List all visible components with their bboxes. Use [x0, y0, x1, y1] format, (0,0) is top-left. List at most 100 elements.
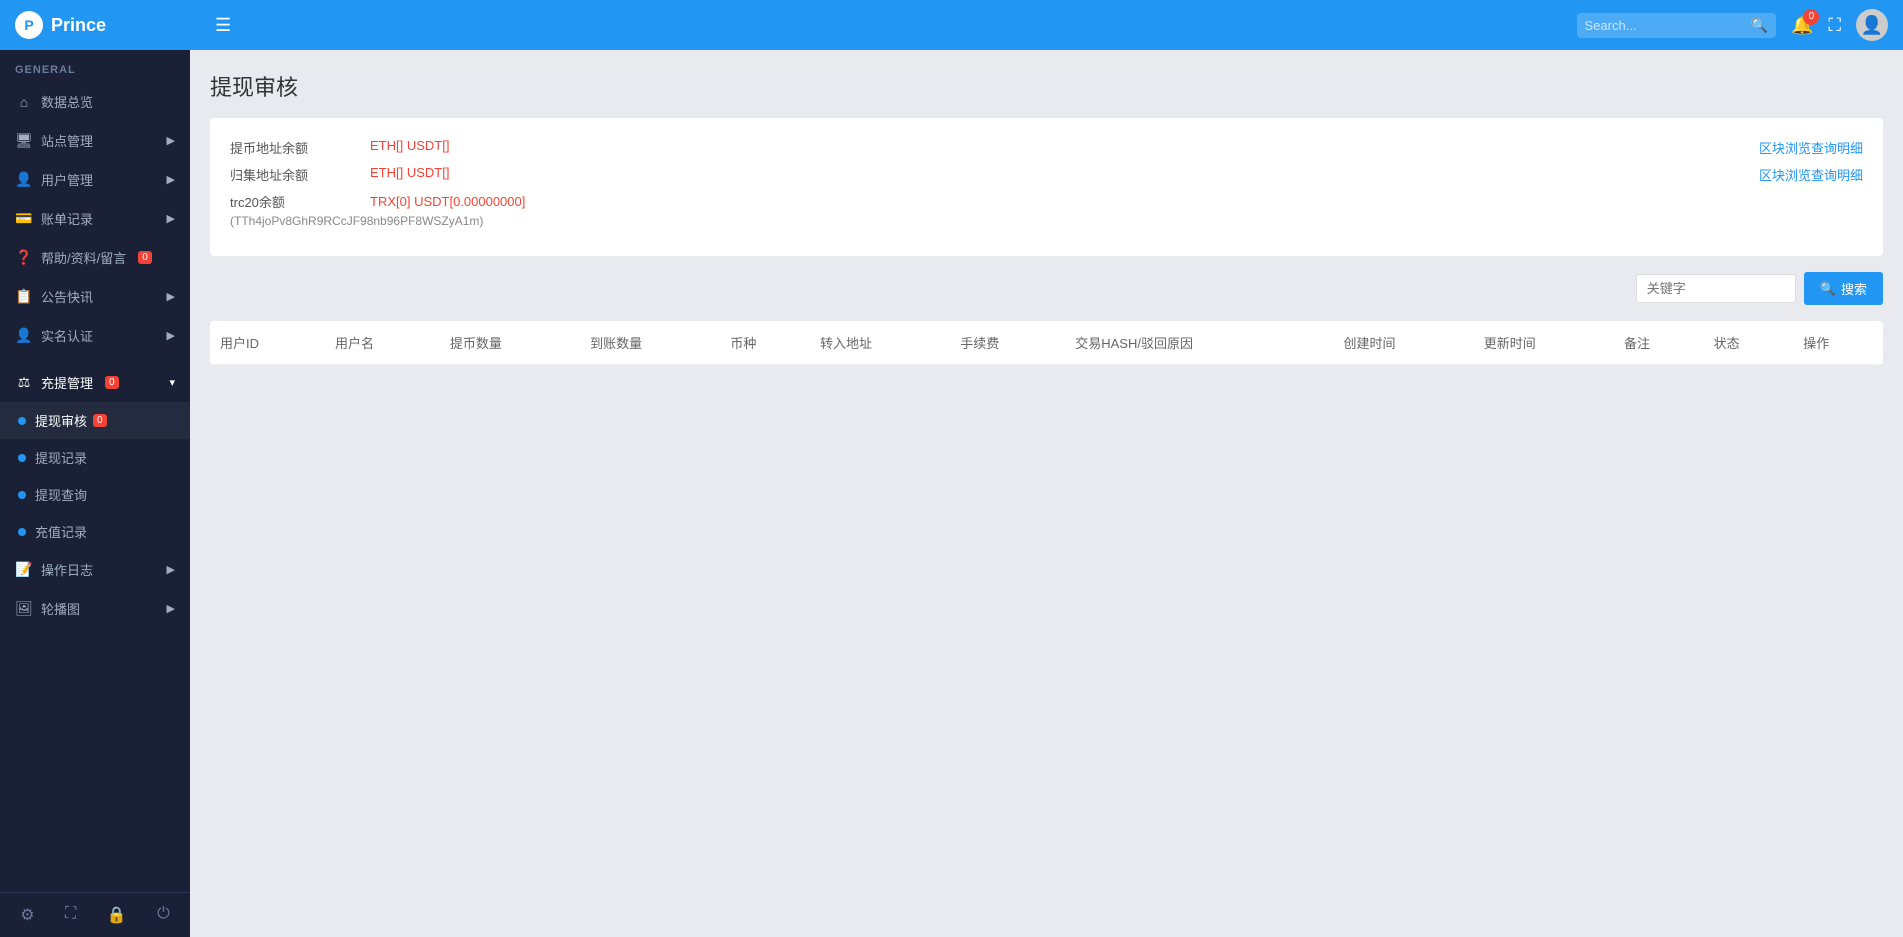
- app-name: Prince: [51, 15, 106, 36]
- col-updated-time: 更新时间: [1474, 321, 1614, 365]
- search-row: 🔍 搜索: [210, 272, 1883, 305]
- sub-item-withdraw-query[interactable]: 提现查询: [0, 476, 190, 513]
- expand-button[interactable]: ⛶: [1828, 15, 1841, 36]
- log-icon: 📝: [15, 561, 33, 578]
- notice-icon: 📋: [15, 288, 33, 305]
- sub-item-withdraw-review[interactable]: 提现审核 0: [0, 402, 190, 439]
- sidebar-item-realname-label: 实名认证: [41, 326, 93, 345]
- help-icon: ❓: [15, 249, 33, 266]
- notification-button[interactable]: 🔔 0: [1791, 15, 1813, 36]
- sidebar-item-dashboard[interactable]: ⌂ 数据总览: [0, 82, 190, 121]
- expand-icon[interactable]: ⛶: [65, 905, 76, 925]
- info-card: 提币地址余额 ETH[] USDT[] 区块浏览查询明细 归集地址余额 ETH[…: [210, 118, 1883, 256]
- info-label-2: 归集地址余额: [230, 165, 350, 184]
- table-header: 用户ID 用户名 提币数量 到账数量 币种 转入地址 手续费 交易HASH/驳回…: [210, 321, 1883, 365]
- search-input[interactable]: [1585, 18, 1745, 33]
- sidebar-item-deposit-manage-label: 充提管理: [41, 373, 93, 392]
- deposit-manage-arrow: ▾: [169, 376, 175, 389]
- page-title: 提现审核: [210, 70, 1883, 102]
- sub-item-withdraw-record[interactable]: 提现记录: [0, 439, 190, 476]
- main-content: 提现审核 提币地址余额 ETH[] USDT[] 区块浏览查询明细 归集地址余额…: [190, 50, 1903, 937]
- sidebar-item-help-label: 帮助/资料/留言: [41, 248, 126, 267]
- user-icon: 👤: [15, 171, 33, 188]
- col-status: 状态: [1704, 321, 1794, 365]
- sidebar-item-site-manage[interactable]: 🖥 站点管理 ▶: [0, 121, 190, 160]
- col-username: 用户名: [325, 321, 440, 365]
- logo-area: P Prince: [15, 11, 205, 39]
- top-nav-right: 🔍 🔔 0 ⛶ 👤: [1577, 9, 1888, 41]
- table-container: 用户ID 用户名 提币数量 到账数量 币种 转入地址 手续费 交易HASH/驳回…: [210, 321, 1883, 365]
- col-created-time: 创建时间: [1334, 321, 1474, 365]
- sidebar-item-user-manage-label: 用户管理: [41, 170, 93, 189]
- info-row-2: 归集地址余额 ETH[] USDT[] 区块浏览查询明细: [230, 165, 1863, 184]
- search-btn-icon: 🔍: [1820, 281, 1836, 297]
- sidebar-item-site-manage-label: 站点管理: [41, 131, 93, 150]
- arrow-icon: ▶: [167, 602, 175, 615]
- sidebar-item-realname[interactable]: 👤 实名认证 ▶: [0, 316, 190, 355]
- col-withdraw-amount: 提币数量: [440, 321, 580, 365]
- arrow-icon: ▶: [167, 173, 175, 186]
- search-button[interactable]: 🔍 搜索: [1804, 272, 1883, 305]
- info-row-1: 提币地址余额 ETH[] USDT[] 区块浏览查询明细: [230, 138, 1863, 157]
- arrow-icon: ▶: [167, 290, 175, 303]
- hamburger-button[interactable]: ☰: [205, 10, 241, 41]
- sidebar-section-label: GENERAL: [0, 50, 190, 82]
- sidebar-item-banner[interactable]: 🖼 轮播图 ▶: [0, 589, 190, 628]
- arrow-icon: ▶: [167, 329, 175, 342]
- dashboard-icon: ⌂: [15, 94, 33, 110]
- search-box: 🔍: [1577, 13, 1776, 38]
- sub-item-deposit-record[interactable]: 充值记录: [0, 513, 190, 550]
- info-sub-label: (TTh4joPv8GhR9RCcJF98nb96PF8WSZyA1m): [230, 214, 483, 228]
- col-remark: 备注: [1614, 321, 1704, 365]
- sidebar-item-account-log[interactable]: 💳 账单记录 ▶: [0, 199, 190, 238]
- info-value-eth-usdt-2: ETH[] USDT[]: [370, 165, 449, 180]
- arrow-icon: ▶: [167, 212, 175, 225]
- sidebar-item-notice[interactable]: 📋 公告快讯 ▶: [0, 277, 190, 316]
- table-header-row: 用户ID 用户名 提币数量 到账数量 币种 转入地址 手续费 交易HASH/驳回…: [210, 321, 1883, 365]
- monitor-icon: 🖥: [15, 132, 33, 149]
- block-explorer-link-2[interactable]: 区块浏览查询明细: [1759, 165, 1863, 184]
- sidebar-item-banner-label: 轮播图: [41, 599, 80, 618]
- deposit-manage-badge: 0: [105, 376, 119, 389]
- keyword-input[interactable]: [1636, 274, 1796, 303]
- col-received-amount: 到账数量: [580, 321, 720, 365]
- sidebar-item-user-manage[interactable]: 👤 用户管理 ▶: [0, 160, 190, 199]
- info-value-eth-usdt-1: ETH[] USDT[]: [370, 138, 449, 153]
- sidebar-item-notice-label: 公告快讯: [41, 287, 93, 306]
- avatar[interactable]: 👤: [1856, 9, 1888, 41]
- realname-icon: 👤: [15, 327, 33, 344]
- sidebar-item-operation-log-label: 操作日志: [41, 560, 93, 579]
- col-user-id: 用户ID: [210, 321, 325, 365]
- data-table: 用户ID 用户名 提币数量 到账数量 币种 转入地址 手续费 交易HASH/驳回…: [210, 321, 1883, 365]
- logo-icon: P: [15, 11, 43, 39]
- withdraw-review-badge: 0: [93, 414, 107, 427]
- col-currency: 币种: [720, 321, 810, 365]
- search-icon: 🔍: [1751, 17, 1768, 34]
- balance-icon: ⚖: [15, 374, 33, 391]
- arrow-icon: ▶: [167, 563, 175, 576]
- sidebar-item-deposit-manage[interactable]: ⚖ 充提管理 0 ▾: [0, 363, 190, 402]
- power-icon[interactable]: ⏻: [157, 905, 170, 925]
- sub-item-withdraw-review-label: 提现审核: [35, 411, 87, 430]
- top-navbar: P Prince ☰ 🔍 🔔 0 ⛶ 👤: [0, 0, 1903, 50]
- block-explorer-link-1[interactable]: 区块浏览查询明细: [1759, 138, 1863, 157]
- sub-item-deposit-record-label: 充值记录: [35, 522, 87, 541]
- settings-icon[interactable]: ⚙: [20, 905, 34, 925]
- arrow-icon: ▶: [167, 134, 175, 147]
- sidebar-item-dashboard-label: 数据总览: [41, 92, 93, 111]
- help-badge: 0: [138, 251, 152, 264]
- sub-item-withdraw-query-label: 提现查询: [35, 485, 87, 504]
- search-btn-label: 搜索: [1841, 279, 1867, 298]
- lock-icon[interactable]: 🔒: [107, 905, 127, 925]
- sidebar-item-account-log-label: 账单记录: [41, 209, 93, 228]
- deposit-manage-submenu: 提现审核 0 提现记录 提现查询 充值记录: [0, 402, 190, 550]
- notification-badge: 0: [1803, 9, 1819, 25]
- sidebar-bottom: ⚙ ⛶ 🔒 ⏻: [0, 892, 190, 937]
- col-operation: 操作: [1793, 321, 1883, 365]
- layout: GENERAL ⌂ 数据总览 🖥 站点管理 ▶ 👤 用户管理 ▶ 💳 账单记录 …: [0, 50, 1903, 937]
- info-value-trx-usdt: TRX[0] USDT[0.00000000]: [370, 194, 525, 209]
- sidebar-item-operation-log[interactable]: 📝 操作日志 ▶: [0, 550, 190, 589]
- col-hash-reason: 交易HASH/驳回原因: [1065, 321, 1333, 365]
- sub-item-withdraw-record-label: 提现记录: [35, 448, 87, 467]
- sidebar-item-help[interactable]: ❓ 帮助/资料/留言 0: [0, 238, 190, 277]
